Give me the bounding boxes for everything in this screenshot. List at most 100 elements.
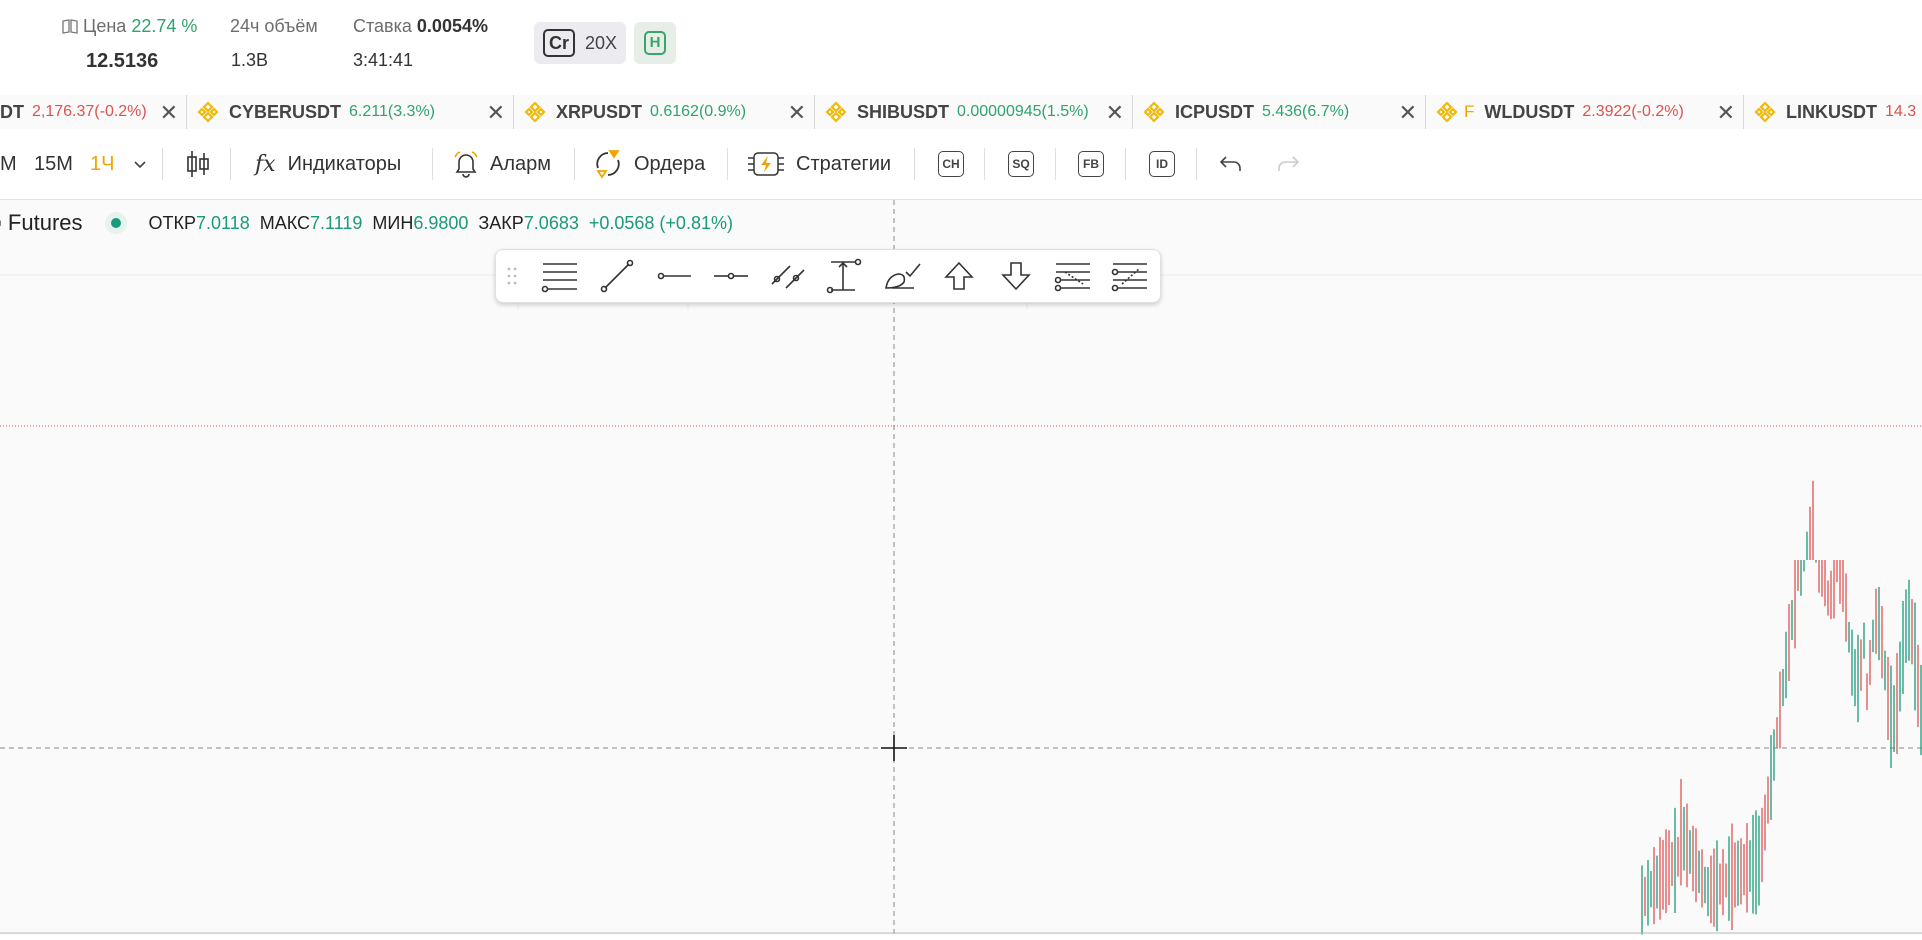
- tab-symbol: CYBERUSDT: [229, 101, 342, 122]
- close-icon[interactable]: ✕: [1399, 100, 1417, 126]
- fb-button[interactable]: FB: [1078, 151, 1104, 177]
- alarm-label: Аларм: [490, 152, 552, 175]
- brush-icon[interactable]: [882, 258, 922, 294]
- ray-icon[interactable]: [654, 258, 694, 294]
- high-label: МАКС: [259, 212, 311, 233]
- binance-logo-icon: [1436, 101, 1458, 123]
- chart-canvas[interactable]: [0, 200, 1922, 935]
- alarm-button[interactable]: Аларм: [452, 129, 551, 199]
- arrow-down-icon[interactable]: [996, 258, 1036, 294]
- binance-logo-icon: [524, 101, 546, 123]
- candlestick-icon[interactable]: [185, 129, 211, 199]
- margin-mode-button[interactable]: Cr 20X: [534, 22, 626, 64]
- toolbar-divider: [727, 148, 728, 180]
- close-icon[interactable]: ✕: [1106, 100, 1124, 126]
- redo-icon[interactable]: [1275, 129, 1301, 199]
- close-icon[interactable]: ✕: [1717, 100, 1735, 126]
- price-stat: Цена 22.74 %: [62, 16, 197, 37]
- tab-change: 2.3922(-0.2%): [1582, 103, 1684, 120]
- market-stats-bar: Цена 22.74 % 12.5136 24ч объём 1.3B Став…: [0, 0, 1922, 95]
- live-status-icon: [104, 212, 127, 234]
- toolbar-divider: [432, 148, 433, 180]
- close-icon[interactable]: ✕: [160, 100, 178, 126]
- price-label: Цена: [83, 16, 127, 36]
- horizontal-ray-icon[interactable]: [711, 258, 751, 294]
- tab-change: 5.436(6.7%): [1262, 103, 1350, 120]
- ticker-tab[interactable]: ICPUSDT 5.436(6.7%) ✕: [1133, 95, 1426, 129]
- book-icon[interactable]: [62, 18, 78, 34]
- close-label: ЗАКР: [478, 212, 524, 233]
- toolbar-divider: [1196, 148, 1197, 180]
- drag-handle-icon[interactable]: [506, 266, 518, 286]
- timeframe-15m[interactable]: 15M: [34, 129, 73, 199]
- futures-marker: F: [1464, 102, 1475, 121]
- indicators-button[interactable]: fx Индикаторы: [255, 129, 401, 199]
- open-value: 7.0118: [196, 212, 250, 233]
- binance-logo-icon: [1143, 101, 1165, 123]
- rate-stat: Ставка 0.0054%: [353, 16, 488, 37]
- toolbar-divider: [230, 148, 231, 180]
- id-button[interactable]: ID: [1149, 151, 1175, 177]
- trend-line-icon[interactable]: [597, 258, 637, 294]
- orders-button[interactable]: Ордера: [592, 129, 705, 199]
- low-label: МИН: [372, 212, 414, 233]
- orders-label: Ордера: [634, 152, 706, 175]
- rate-pct: 0.0054%: [416, 16, 488, 36]
- cross-margin-badge: Cr: [542, 29, 575, 57]
- tab-change: 6.211(3.3%): [349, 103, 435, 120]
- ticker-tab[interactable]: CYBERUSDT 6.211(3.3%) ✕: [187, 95, 514, 129]
- ticker-tab[interactable]: F WLDUSDT 2.3922(-0.2%) ✕: [1426, 95, 1744, 129]
- change-value: +0.0568 (+0.81%): [588, 212, 733, 233]
- volume-stat: 24ч объём: [230, 16, 318, 37]
- ticker-tab[interactable]: LINKUSDT 14.3: [1744, 95, 1922, 129]
- parallel-channel-icon[interactable]: [768, 258, 808, 294]
- drawing-toolbar: [495, 249, 1161, 303]
- ticker-tab[interactable]: DT 2,176.37(-0.2%) ✕: [0, 95, 187, 129]
- tab-symbol: LINKUSDT: [1786, 101, 1877, 122]
- price-value: 12.5136: [86, 50, 159, 72]
- toolbar-divider: [162, 148, 163, 180]
- fib-retracement-icon[interactable]: [1053, 258, 1093, 294]
- ticker-tab[interactable]: XRPUSDT 0.6162(0.9%) ✕: [514, 95, 815, 129]
- bell-icon: [452, 149, 480, 179]
- close-icon[interactable]: ✕: [788, 100, 806, 126]
- symbol-title: ▪ Futures: [0, 210, 83, 236]
- leverage-value: 20X: [584, 32, 618, 53]
- chart-toolbar: M 15M 1Ч fx Индикаторы Аларм Ордера Стра…: [0, 129, 1922, 200]
- price-change-pct: 22.74 %: [131, 16, 198, 36]
- toolbar-divider: [574, 148, 575, 180]
- horizontal-lines-icon[interactable]: [540, 258, 580, 294]
- arrow-up-icon[interactable]: [939, 258, 979, 294]
- sq-button[interactable]: SQ: [1008, 151, 1034, 177]
- timeframe-1h[interactable]: 1Ч: [90, 129, 114, 199]
- orders-icon: [592, 148, 624, 180]
- binance-logo-icon: [197, 101, 219, 123]
- price-range-icon[interactable]: [825, 258, 865, 294]
- tab-change: 0.00000945(1.5%): [957, 103, 1089, 120]
- hedge-badge: H: [644, 31, 666, 55]
- timeframe-m[interactable]: M: [0, 129, 17, 199]
- volume-value: 1.3B: [231, 50, 269, 70]
- hedge-mode-button[interactable]: H: [634, 22, 676, 64]
- ticker-tab[interactable]: SHIBUSDT 0.00000945(1.5%) ✕: [815, 95, 1133, 129]
- funding-countdown: 3:41:41: [353, 50, 414, 70]
- chevron-down-icon[interactable]: [133, 129, 147, 199]
- tab-symbol: XRPUSDT: [556, 101, 643, 122]
- close-value: 7.0683: [523, 212, 579, 233]
- toolbar-divider: [1055, 148, 1056, 180]
- toolbar-divider: [914, 148, 915, 180]
- indicators-label: Индикаторы: [287, 152, 402, 175]
- price-chart[interactable]: [0, 200, 1922, 935]
- ohlc-legend: ▪ Futures ОТКР7.0118 МАКС7.1119 МИН6.980…: [0, 205, 733, 241]
- strategies-button[interactable]: Стратегии: [746, 129, 891, 199]
- low-value: 6.9800: [413, 212, 469, 233]
- close-icon[interactable]: ✕: [487, 100, 505, 126]
- undo-icon[interactable]: [1218, 129, 1244, 199]
- fib-extension-icon[interactable]: [1110, 258, 1150, 294]
- tab-symbol: WLDUSDT: [1484, 101, 1575, 122]
- open-label: ОТКР: [148, 212, 197, 233]
- volume-label: 24ч объём: [230, 16, 318, 36]
- ch-button[interactable]: CH: [938, 151, 964, 177]
- tab-change: 2,176.37(-0.2%): [32, 103, 147, 120]
- strategies-label: Стратегии: [796, 152, 892, 175]
